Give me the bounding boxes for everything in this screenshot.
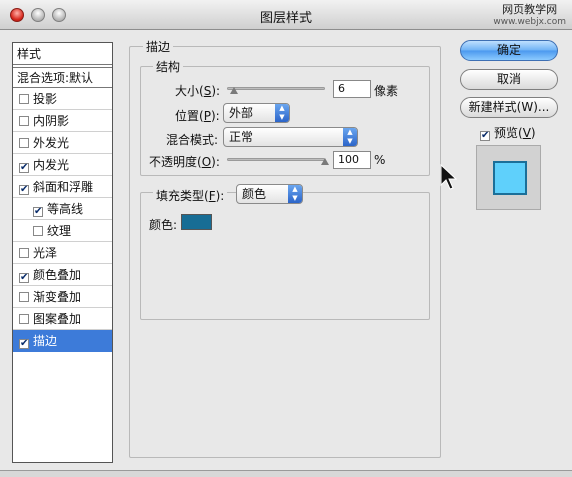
style-item-label: 颜色叠加 <box>33 268 82 282</box>
watermark-text: 网页教学网 <box>502 3 558 16</box>
opacity-slider-thumb[interactable] <box>321 158 329 165</box>
size-slider-track <box>227 87 325 90</box>
style-item-checkbox[interactable] <box>19 94 29 104</box>
style-item[interactable]: ✔ 内发光 <box>13 154 112 176</box>
blend-mode-label: 混合模式: <box>166 133 219 147</box>
style-item[interactable]: ✔ 描边 <box>13 330 112 352</box>
opacity-input[interactable]: 100 <box>333 151 371 169</box>
style-item-label: 图案叠加 <box>33 312 82 326</box>
style-item[interactable]: 图案叠加 <box>13 308 112 330</box>
mouse-cursor-icon <box>440 164 458 190</box>
color-label: 颜色: <box>149 218 178 232</box>
new-style-button[interactable]: 新建样式(W)... <box>460 97 558 118</box>
position-label: 位置(P): <box>175 109 220 123</box>
style-item[interactable]: ✔ 颜色叠加 <box>13 264 112 286</box>
size-input[interactable]: 6 <box>333 80 371 98</box>
style-item-checkbox[interactable]: ✔ <box>19 339 29 349</box>
position-value: 外部 <box>229 106 254 120</box>
styles-list: 样式 混合选项:默认 投影内阴影外发光 ✔ 内发光 ✔ 斜面和浮雕 ✔ 等高线纹理光泽 ✔ 颜色… <box>12 42 113 463</box>
style-item-checkbox[interactable] <box>33 226 43 236</box>
style-item-label: 光泽 <box>33 246 58 260</box>
preview-thumbnail <box>476 145 541 210</box>
style-item[interactable]: 纹理 <box>13 220 112 242</box>
select-arrows-icon: ▲ ▼ <box>288 185 302 203</box>
style-item-label: 渐变叠加 <box>33 290 82 304</box>
size-slider-thumb[interactable] <box>229 87 238 94</box>
style-item[interactable]: 光泽 <box>13 242 112 264</box>
cancel-button[interactable]: 取消 <box>460 69 558 90</box>
style-item-checkbox[interactable] <box>19 292 29 302</box>
style-item-label: 外发光 <box>33 136 70 150</box>
style-item-label: 等高线 <box>47 202 84 216</box>
window-title: 图层样式 <box>259 11 312 26</box>
style-item[interactable]: 外发光 <box>13 132 112 154</box>
style-item-label: 内阴影 <box>33 114 70 128</box>
style-item-label: 斜面和浮雕 <box>33 180 94 194</box>
stroke-section-title: 描边 <box>143 38 174 55</box>
blend-mode-value: 正常 <box>229 130 254 144</box>
watermark: 网页教学网 www.webjx.com <box>493 4 566 28</box>
style-item[interactable]: 投影 <box>13 88 112 110</box>
opacity-slider[interactable] <box>225 152 329 166</box>
fill-type-select[interactable]: 颜色 ▲ ▼ <box>236 184 303 204</box>
fill-type-label: 填充类型(F): <box>153 187 228 204</box>
opacity-unit: % <box>374 153 386 167</box>
style-item-label: 描边 <box>33 334 58 348</box>
opacity-label: 不透明度(O): <box>149 155 220 169</box>
style-item[interactable]: 渐变叠加 <box>13 286 112 308</box>
style-item[interactable]: ✔ 斜面和浮雕 <box>13 176 112 198</box>
ok-button[interactable]: 确定 <box>460 40 558 61</box>
style-item-checkbox[interactable]: ✔ <box>33 207 43 217</box>
size-unit: 像素 <box>374 84 399 98</box>
select-arrows-icon: ▲ ▼ <box>343 128 357 146</box>
size-label: 大小(S): <box>175 84 221 98</box>
style-item-label: 投影 <box>33 92 58 106</box>
position-select[interactable]: 外部 ▲ ▼ <box>223 103 290 123</box>
style-item-checkbox[interactable] <box>19 116 29 126</box>
preview-checkbox[interactable]: ✔ <box>480 131 490 141</box>
size-slider[interactable] <box>225 81 327 95</box>
style-item-checkbox[interactable]: ✔ <box>19 185 29 195</box>
style-item[interactable]: ✔ 等高线 <box>13 198 112 220</box>
style-item-checkbox[interactable] <box>19 248 29 258</box>
style-item-checkbox[interactable] <box>19 314 29 324</box>
stroke-color-swatch[interactable] <box>181 214 212 230</box>
preview-toggle[interactable]: ✔ 预览(V) <box>480 124 536 141</box>
blending-options-item[interactable]: 混合选项:默认 <box>13 67 112 88</box>
style-item-checkbox[interactable]: ✔ <box>19 273 29 283</box>
opacity-slider-track <box>227 158 325 161</box>
fill-type-value: 颜色 <box>242 187 267 201</box>
style-item-label: 纹理 <box>47 224 72 238</box>
preview-label: 预览(V) <box>494 126 536 140</box>
structure-title: 结构 <box>153 58 184 75</box>
watermark-subtext: www.webjx.com <box>493 17 566 27</box>
style-item-checkbox[interactable] <box>19 138 29 148</box>
select-arrows-icon: ▲ ▼ <box>275 104 289 122</box>
preview-square <box>493 161 527 195</box>
fill-group <box>140 192 430 320</box>
style-item-checkbox[interactable]: ✔ <box>19 163 29 173</box>
styles-header[interactable]: 样式 <box>13 43 112 65</box>
blend-mode-select[interactable]: 正常 ▲ ▼ <box>223 127 358 147</box>
style-item-label: 内发光 <box>33 158 70 172</box>
style-item[interactable]: 内阴影 <box>13 110 112 132</box>
